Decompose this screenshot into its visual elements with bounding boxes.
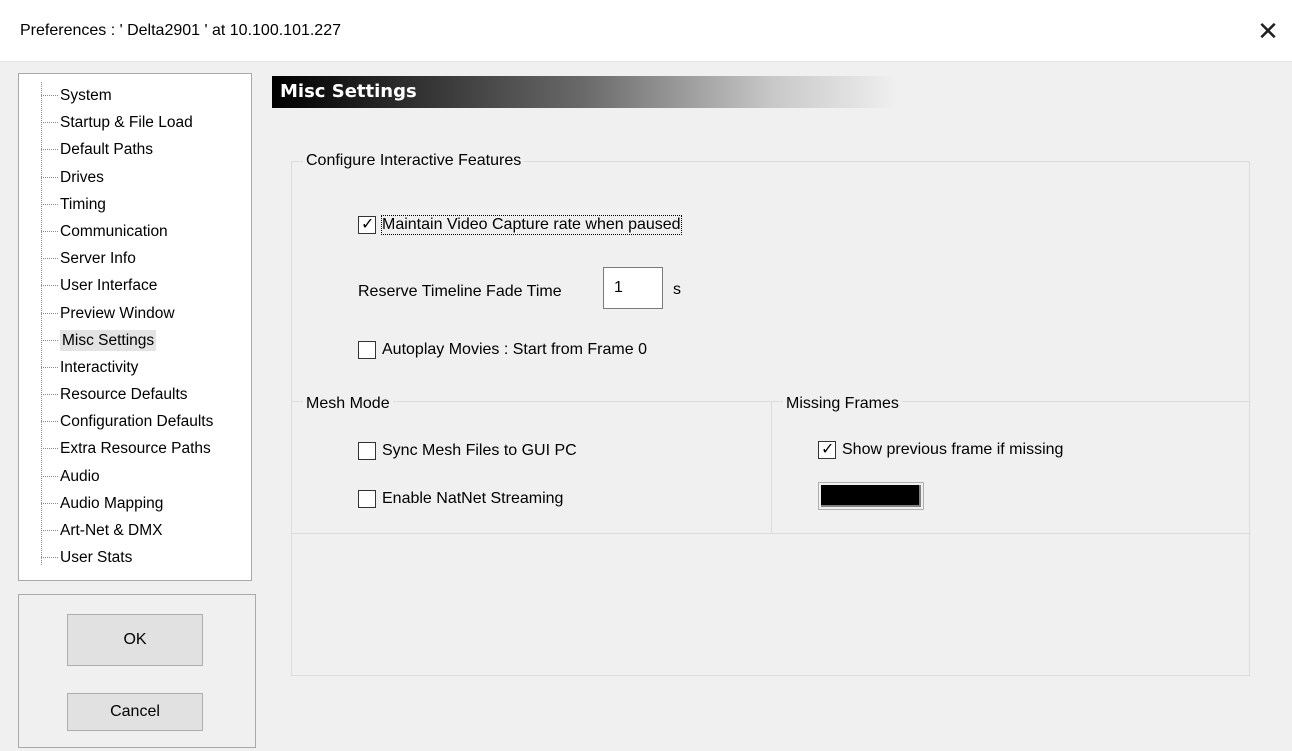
tree-item-system[interactable]: System: [19, 82, 251, 109]
tree-item-label: System: [60, 87, 112, 104]
checkbox-label: Sync Mesh Files to GUI PC: [382, 442, 577, 459]
tree-item-user-stats[interactable]: User Stats: [19, 544, 251, 571]
tree-item-preview-window[interactable]: Preview Window: [19, 300, 251, 327]
checkbox-label: Maintain Video Capture rate when paused: [381, 215, 682, 235]
group-label-missing-frames: Missing Frames: [783, 395, 902, 413]
missing-frame-color-button[interactable]: [818, 482, 924, 510]
tree-item-resource-defaults[interactable]: Resource Defaults: [19, 381, 251, 408]
tree-item-default-paths[interactable]: Default Paths: [19, 136, 251, 163]
tree-item-timing[interactable]: Timing: [19, 191, 251, 218]
checkbox-box: ✓: [358, 214, 376, 234]
tree-item-label: Drives: [60, 168, 104, 186]
sync-mesh-files-checkbox[interactable]: Sync Mesh Files to GUI PC: [358, 442, 577, 460]
checkbox-label: Autoplay Movies : Start from Frame 0: [382, 341, 647, 358]
tree-item-label: Server Info: [60, 250, 136, 268]
tree-item-label: Timing: [60, 195, 106, 213]
fade-time-label: Reserve Timeline Fade Time: [358, 283, 562, 300]
preferences-tree: System Startup & File Load Default Paths…: [18, 73, 252, 581]
enable-natnet-streaming-checkbox[interactable]: Enable NatNet Streaming: [358, 490, 563, 508]
tree-item-art-net-dmx[interactable]: Art-Net & DMX: [19, 517, 251, 544]
group-label-interactive: Configure Interactive Features: [303, 152, 525, 170]
tree-item-label: Preview Window: [60, 304, 175, 322]
fade-time-input[interactable]: 1: [603, 267, 663, 309]
check-icon: ✓: [361, 214, 375, 233]
title-bar: Preferences : ' Delta2901 ' at 10.100.10…: [0, 0, 1292, 62]
group-label-mesh-mode: Mesh Mode: [303, 395, 393, 413]
tree-item-label: Startup & File Load: [60, 114, 193, 132]
tree-item-configuration-defaults[interactable]: Configuration Defaults: [19, 408, 251, 435]
checkbox-label: Show previous frame if missing: [842, 441, 1064, 458]
checkbox-label: Enable NatNet Streaming: [382, 490, 564, 507]
tree-item-label: Audio Mapping: [60, 494, 164, 512]
fade-time-unit: s: [673, 281, 681, 298]
tree-item-label: Interactivity: [60, 358, 139, 376]
checkbox-box: [358, 442, 376, 460]
checkbox-box: ✓: [818, 439, 836, 459]
cancel-button[interactable]: Cancel: [67, 693, 203, 731]
tree-item-label: Audio: [60, 467, 100, 485]
tree-item-label: Configuration Defaults: [60, 413, 214, 431]
checkbox-box: [358, 490, 376, 508]
tree-item-extra-resource-paths[interactable]: Extra Resource Paths: [19, 435, 251, 462]
tree-item-label: Art-Net & DMX: [60, 522, 163, 539]
tree-item-label: Communication: [60, 222, 168, 240]
tree-item-label: User Stats: [60, 549, 133, 567]
section-header-title: Misc Settings: [280, 81, 417, 102]
tree-item-server-info[interactable]: Server Info: [19, 245, 251, 272]
tree-item-startup-file-load[interactable]: Startup & File Load: [19, 109, 251, 136]
tree-item-communication[interactable]: Communication: [19, 218, 251, 245]
tree-item-misc-settings[interactable]: Misc Settings: [19, 327, 251, 354]
tree-item-user-interface[interactable]: User Interface: [19, 272, 251, 299]
divider: [292, 533, 1249, 534]
tree-item-label: Default Paths: [60, 141, 154, 159]
tree-item-label: Resource Defaults: [60, 386, 188, 404]
tree-item-label: Extra Resource Paths: [60, 440, 211, 458]
tree-item-label: Misc Settings: [60, 329, 157, 351]
tree-item-audio-mapping[interactable]: Audio Mapping: [19, 490, 251, 517]
ok-button[interactable]: OK: [67, 614, 203, 666]
close-icon[interactable]: ✕: [1248, 12, 1288, 52]
tree-item-drives[interactable]: Drives: [19, 164, 251, 191]
tree-item-interactivity[interactable]: Interactivity: [19, 354, 251, 381]
maintain-video-capture-checkbox[interactable]: ✓ Maintain Video Capture rate when pause…: [358, 214, 682, 235]
section-header: Misc Settings: [272, 76, 898, 108]
check-icon: ✓: [821, 439, 835, 458]
dialog-buttons-panel: OK Cancel: [18, 594, 256, 748]
tree-item-label: User Interface: [60, 277, 158, 295]
autoplay-movies-checkbox[interactable]: Autoplay Movies : Start from Frame 0: [358, 341, 647, 359]
tree-item-audio[interactable]: Audio: [19, 463, 251, 490]
color-swatch-fill: [821, 485, 921, 507]
divider: [771, 402, 772, 533]
checkbox-box: [358, 341, 376, 359]
show-previous-frame-checkbox[interactable]: ✓ Show previous frame if missing: [818, 439, 1064, 459]
window-title: Preferences : ' Delta2901 ' at 10.100.10…: [20, 22, 341, 39]
